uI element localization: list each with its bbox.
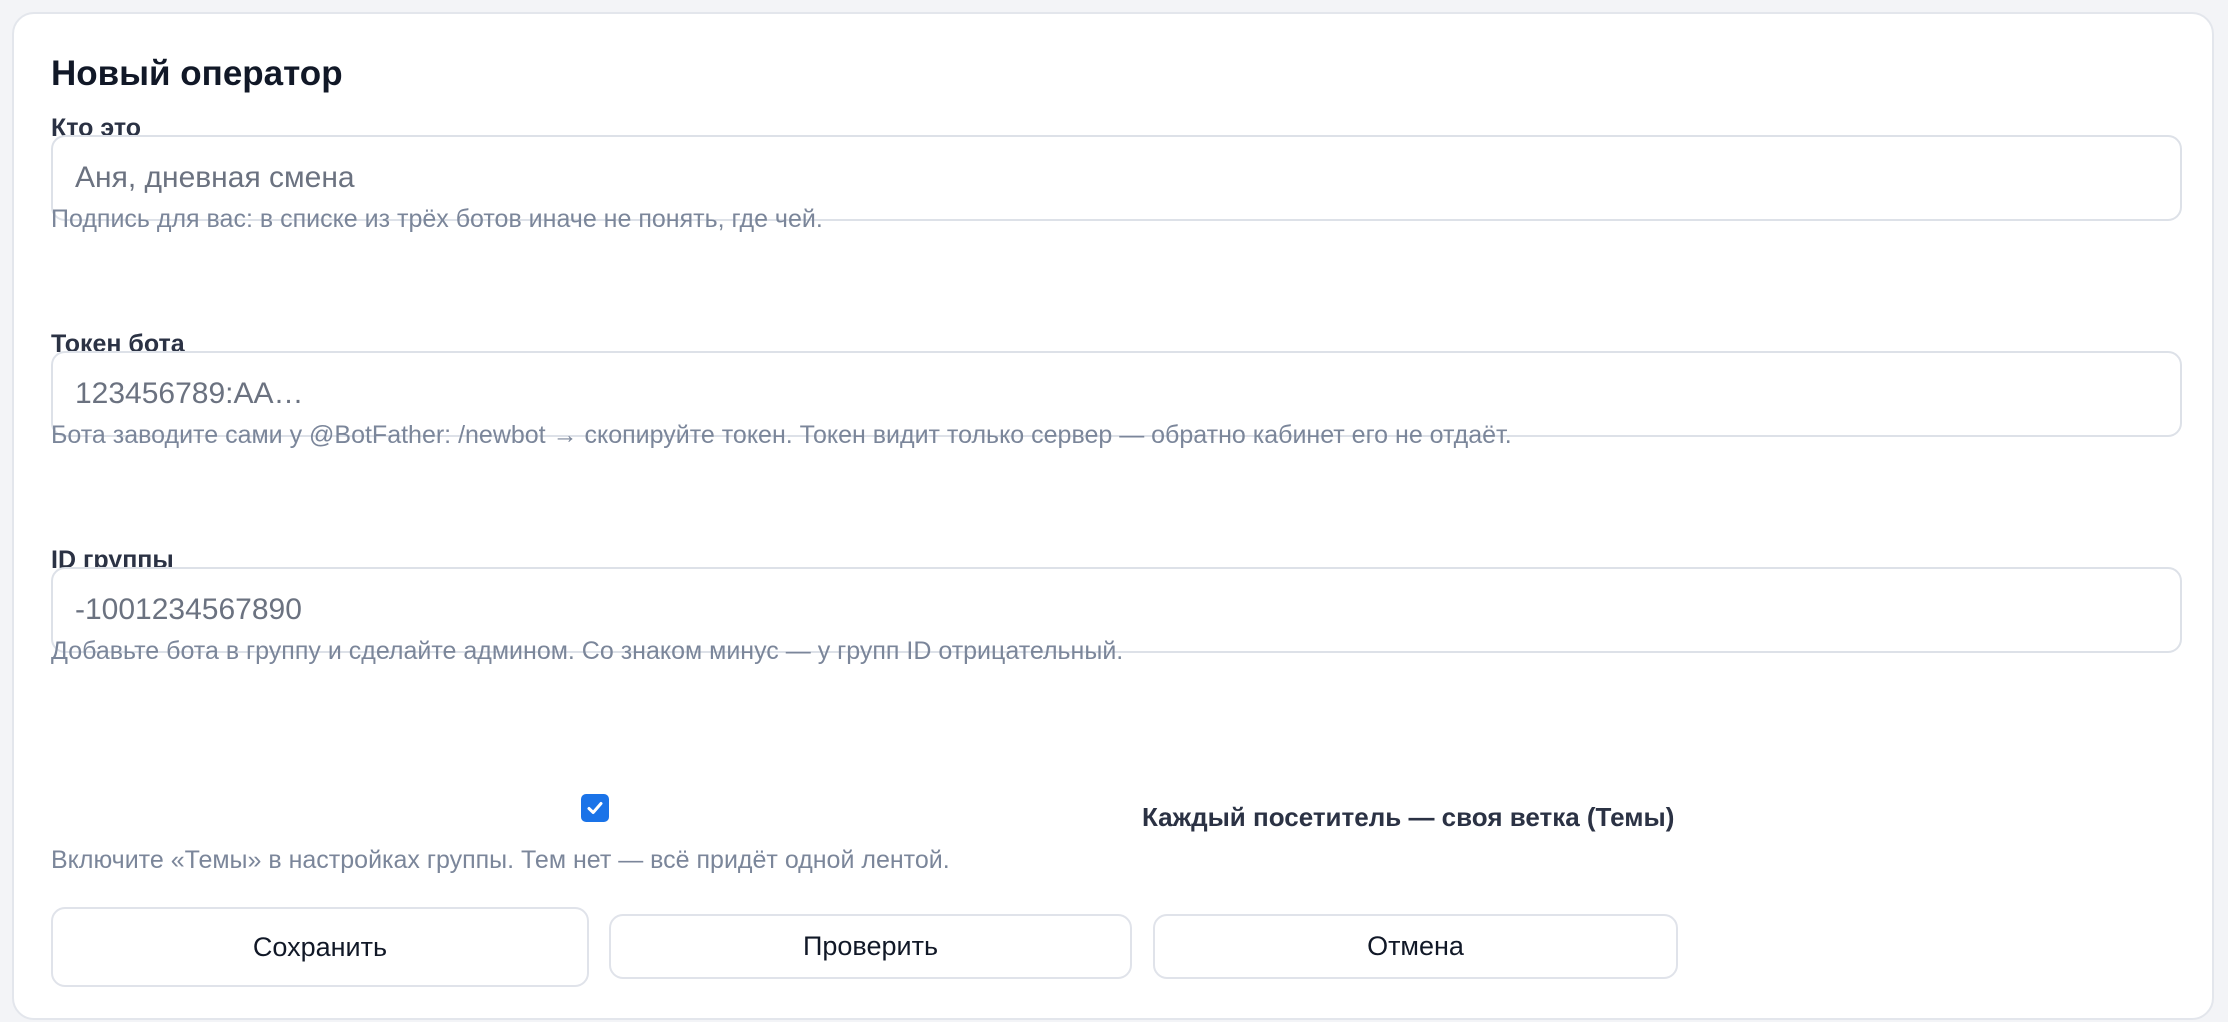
operator-name-hint: Подпись для вас: в списке из трёх ботов …: [51, 205, 823, 233]
save-button[interactable]: Сохранить: [51, 907, 589, 987]
cancel-button[interactable]: Отмена: [1153, 914, 1678, 979]
check-button[interactable]: Проверить: [609, 914, 1132, 979]
topics-checkbox-label[interactable]: Каждый посетитель — своя ветка (Темы): [1142, 802, 1674, 833]
group-id-hint: Добавьте бота в группу и сделайте админо…: [51, 637, 1124, 665]
topics-checkbox[interactable]: [581, 794, 609, 822]
checkmark-icon: [587, 802, 603, 814]
form-title: Новый оператор: [51, 54, 343, 93]
new-operator-card: Новый оператор Кто это Подпись для вас: …: [12, 12, 2214, 1020]
bot-token-hint: Бота заводите сами у @BotFather: /newbot…: [51, 421, 1512, 449]
topics-hint: Включите «Темы» в настройках группы. Тем…: [51, 846, 950, 874]
